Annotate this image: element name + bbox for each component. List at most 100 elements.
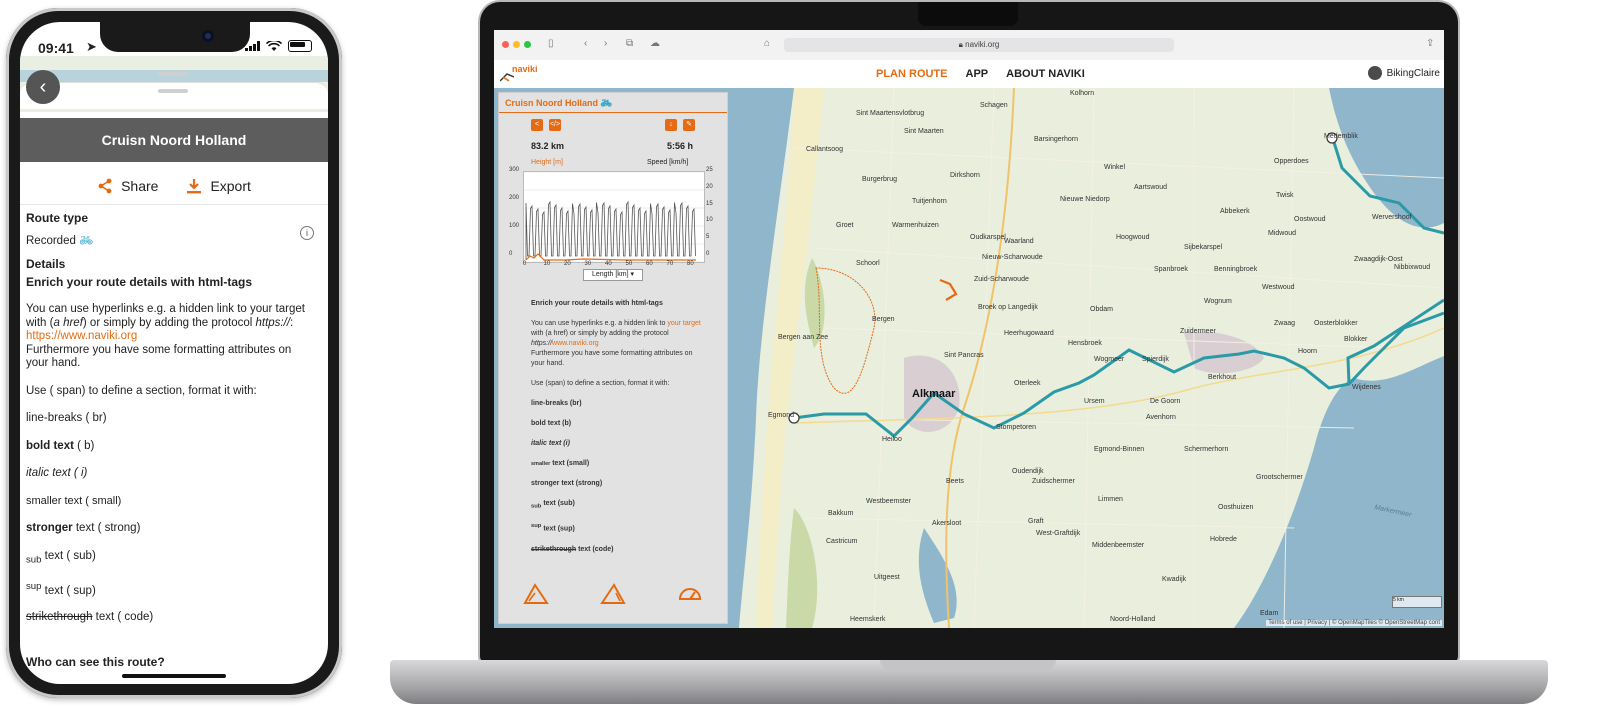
- site-navbar: naviki PLAN ROUTE APP ABOUT NAVIKI Bikin…: [494, 60, 1444, 90]
- map-label: De Goorn: [1150, 398, 1181, 405]
- cloud-icon[interactable]: ☁: [650, 38, 660, 49]
- map-label: Obdam: [1090, 306, 1113, 313]
- sheet-handle[interactable]: [158, 72, 188, 76]
- target-link[interactable]: your target: [667, 320, 700, 327]
- chart-x-tick: 0: [523, 261, 527, 267]
- chart-x-tick: 30: [584, 261, 592, 267]
- edit-pencil-icon[interactable]: ✎: [683, 119, 695, 131]
- sidebar-icon[interactable]: ▯: [548, 38, 554, 49]
- line-breaks-item: line-breaks ( br): [26, 412, 107, 424]
- minimize-button[interactable]: [513, 41, 520, 48]
- map-label: Oosterblokker: [1314, 320, 1358, 327]
- map-label: Oostwoud: [1294, 216, 1326, 223]
- map-label: Medemblik: [1324, 133, 1358, 140]
- wifi-icon: [266, 40, 282, 51]
- mountain-up-icon[interactable]: [523, 581, 549, 605]
- span-paragraph: Use ( span) to define a section, format …: [26, 384, 257, 397]
- back-button[interactable]: ‹: [26, 70, 60, 104]
- map-label: Waarland: [1004, 238, 1034, 245]
- map-label: Abbekerk: [1220, 208, 1250, 215]
- sheet-handle-inner[interactable]: [158, 89, 188, 93]
- elevation-chart[interactable]: [523, 171, 705, 263]
- nav-plan-route[interactable]: PLAN ROUTE: [876, 68, 948, 80]
- strike-item: strikethrough text (code): [531, 545, 614, 553]
- map-label: Bakkum: [828, 510, 854, 517]
- camera-icon: [202, 30, 214, 42]
- link-paragraph: You can use hyperlinks e.g. a hidden lin…: [531, 320, 701, 367]
- speed-label: Speed [km/h]: [647, 159, 689, 166]
- tabs-icon[interactable]: ⧉: [626, 38, 633, 49]
- battery-icon: [288, 40, 312, 52]
- map-label: Spierdijk: [1142, 356, 1169, 363]
- italic-item: italic text ( i): [26, 467, 88, 479]
- lock-icon: 🔒︎: [958, 40, 963, 49]
- map-label: Zuid-Scharwoude: [974, 276, 1029, 283]
- location-arrow-icon: ➤: [86, 39, 97, 54]
- map-label: Beets: [946, 478, 964, 485]
- elevation-chart-svg: [524, 171, 704, 263]
- download-icon[interactable]: ↓: [665, 119, 677, 131]
- chart-x-tick: 20: [564, 261, 571, 267]
- map-label: Graft: [1028, 518, 1044, 525]
- back-arrow-icon[interactable]: ‹: [584, 38, 587, 49]
- map-label: Schoorl: [856, 260, 880, 267]
- chart-x-tick: 40: [605, 261, 612, 267]
- chart-y-right-tick: 25: [706, 167, 713, 173]
- chart-y-right-tick: 5: [706, 234, 710, 241]
- map-label: Berkhout: [1208, 374, 1237, 381]
- phone-notch: [100, 22, 250, 52]
- home-indicator: [122, 674, 226, 678]
- map-label: Hoogwoud: [1116, 234, 1150, 241]
- map-label: Alkmaar: [912, 388, 956, 400]
- chart-y-left-tick: 200: [509, 195, 520, 201]
- map-label: Avenhorn: [1146, 414, 1176, 421]
- map-label: Akersloot: [932, 520, 962, 527]
- naviki-link[interactable]: www.naviki.org: [552, 340, 599, 347]
- map-label: Oudendijk: [1012, 468, 1044, 475]
- map-label: Heiloo: [882, 436, 902, 443]
- mountain-down-icon[interactable]: [600, 581, 626, 605]
- share-button[interactable]: Share: [97, 178, 158, 194]
- naviki-logo[interactable]: naviki: [512, 64, 538, 74]
- map-label: Sint Maarten: [904, 128, 944, 135]
- avatar: [1367, 66, 1382, 80]
- map-label: Wogmeer: [1094, 356, 1125, 363]
- address-bar[interactable]: 🔒︎ naviki.org: [784, 38, 1174, 52]
- forward-arrow-icon[interactable]: ›: [604, 38, 607, 49]
- line-breaks-item: line-breaks (br): [531, 400, 582, 407]
- map-label: Sijbekarspel: [1184, 244, 1223, 251]
- share-page-icon[interactable]: ⇪: [1426, 38, 1434, 49]
- share-icon[interactable]: <: [531, 119, 543, 131]
- map-label: Nibbixwoud: [1394, 264, 1431, 271]
- map-label: Burgerbrug: [862, 176, 898, 183]
- map-label: Tuitjenhorn: [912, 198, 947, 205]
- close-button[interactable]: [502, 41, 509, 48]
- nav-app[interactable]: APP: [966, 68, 989, 80]
- user-menu[interactable]: BikingClaire: [1367, 66, 1440, 80]
- smaller-item: smaller text (small): [531, 460, 590, 467]
- length-select[interactable]: Length [km] ▾: [583, 269, 643, 281]
- map-label: Edam: [1260, 610, 1279, 617]
- map-label: Callantsoog: [806, 146, 843, 153]
- sup-item: sup text (sup): [531, 523, 575, 533]
- laptop-base: [390, 660, 1548, 704]
- speedometer-icon[interactable]: [677, 581, 703, 605]
- map-label: Opperdoes: [1274, 158, 1309, 165]
- embed-code-icon[interactable]: </>: [549, 119, 561, 131]
- chevron-down-icon: ▾: [630, 271, 635, 278]
- map-attribution[interactable]: Terms of use | Privacy | © OpenMapTiles …: [1266, 620, 1442, 626]
- sub-item: sub text (sub): [531, 500, 575, 510]
- export-button[interactable]: Export: [186, 178, 251, 194]
- chart-y-left-tick: 300: [509, 167, 520, 173]
- zoom-button[interactable]: [524, 41, 531, 48]
- chart-x-tick: 50: [625, 261, 633, 267]
- home-icon[interactable]: ⌂: [764, 38, 770, 49]
- bold-item: bold text (b): [531, 420, 572, 427]
- naviki-link[interactable]: https://www.naviki.org: [26, 330, 137, 342]
- nav-about[interactable]: ABOUT NAVIKI: [1006, 68, 1085, 80]
- chart-x-tick: 10: [543, 261, 551, 267]
- map-label: Schagen: [980, 102, 1008, 109]
- map-label: Spanbroek: [1154, 266, 1188, 273]
- map-label: Zuidermeer: [1180, 328, 1216, 335]
- map-label: Blokker: [1344, 336, 1368, 343]
